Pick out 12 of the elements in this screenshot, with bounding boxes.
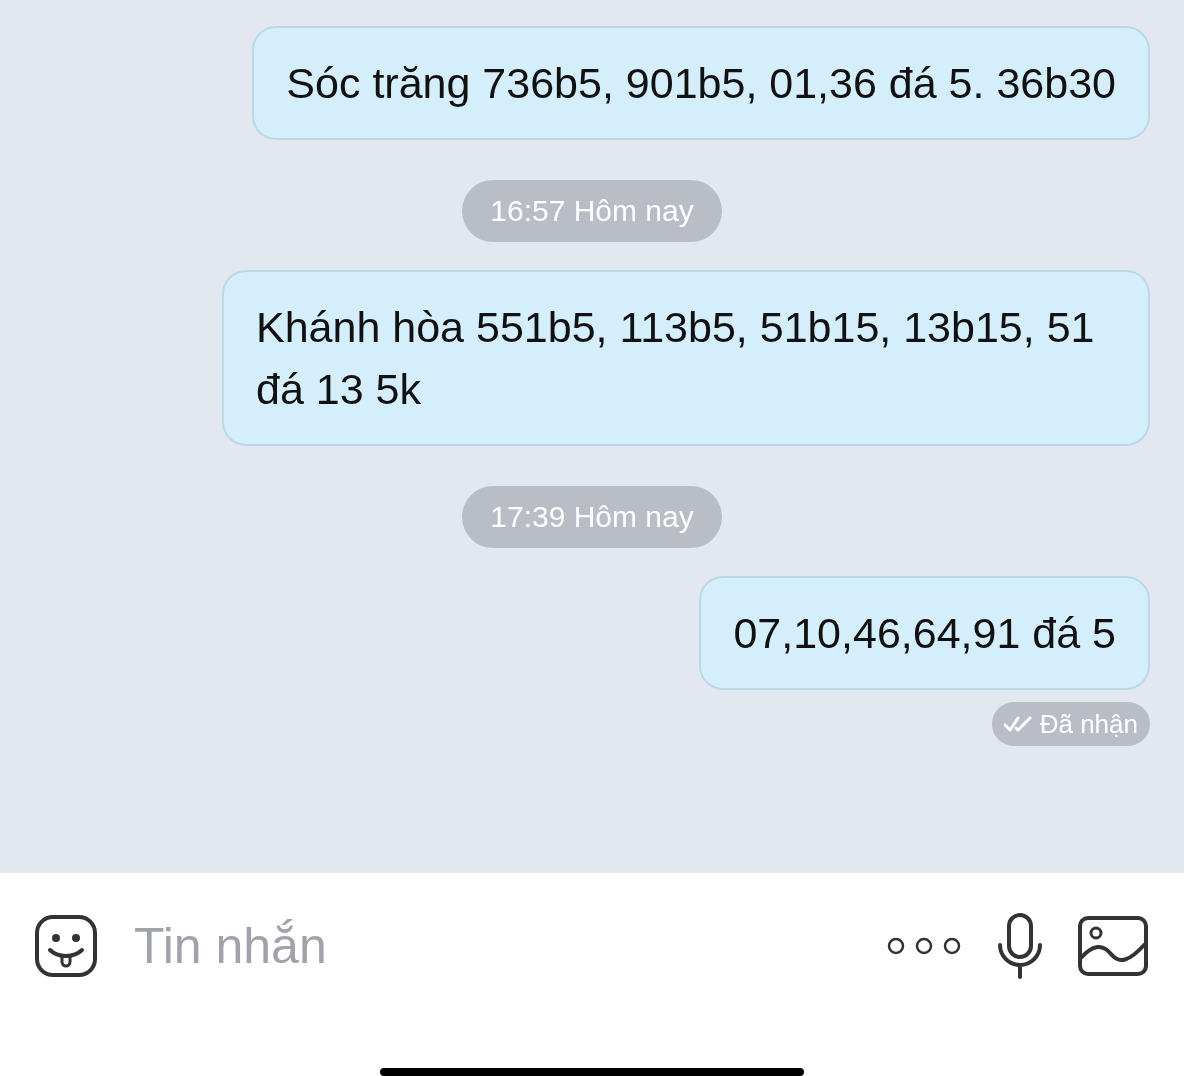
image-icon[interactable] <box>1078 916 1148 976</box>
message-bubble: Sóc trăng 736b5, 901b5, 01,36 đá 5. 36b30 <box>252 26 1150 140</box>
emoji-icon[interactable] <box>34 914 98 978</box>
double-check-icon <box>1003 715 1034 733</box>
timestamp: 17:39 Hôm nay <box>462 486 722 548</box>
message-bubble: 07,10,46,64,91 đá 5 <box>699 576 1150 690</box>
microphone-icon[interactable] <box>996 913 1044 979</box>
message-input[interactable]: Tin nhắn <box>132 916 852 976</box>
more-icon[interactable] <box>886 936 962 956</box>
message-bubble: Khánh hòa 551b5, 113b5, 51b15, 13b15, 51 đá 13 5k <box>222 270 1150 446</box>
status-text: Đã nhận <box>1039 708 1138 741</box>
timestamp: 16:57 Hôm nay <box>462 180 722 242</box>
